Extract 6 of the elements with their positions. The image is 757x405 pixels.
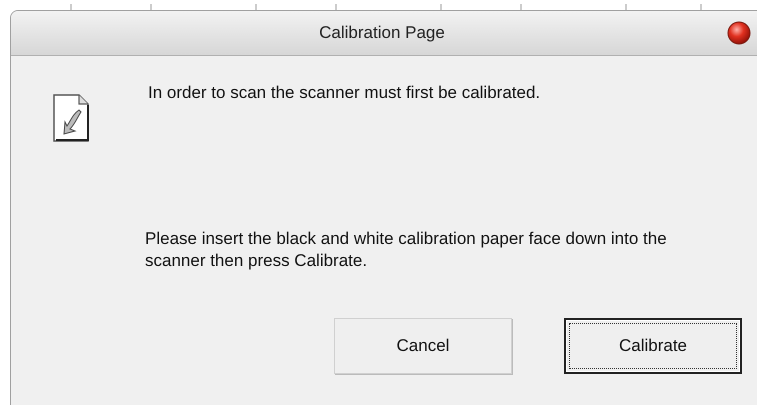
message-text: In order to scan the scanner must first be calibrated. — [148, 83, 540, 103]
instruction-text: Please insert the black and white calibration paper face down into the scanner then press Calibrate. — [145, 228, 668, 272]
close-icon[interactable] — [727, 21, 751, 45]
dialog-button[interactable]: Calibrate — [564, 318, 742, 374]
window-title: Calibration Page — [319, 23, 445, 43]
dialog-button[interactable]: Cancel — [334, 318, 512, 374]
